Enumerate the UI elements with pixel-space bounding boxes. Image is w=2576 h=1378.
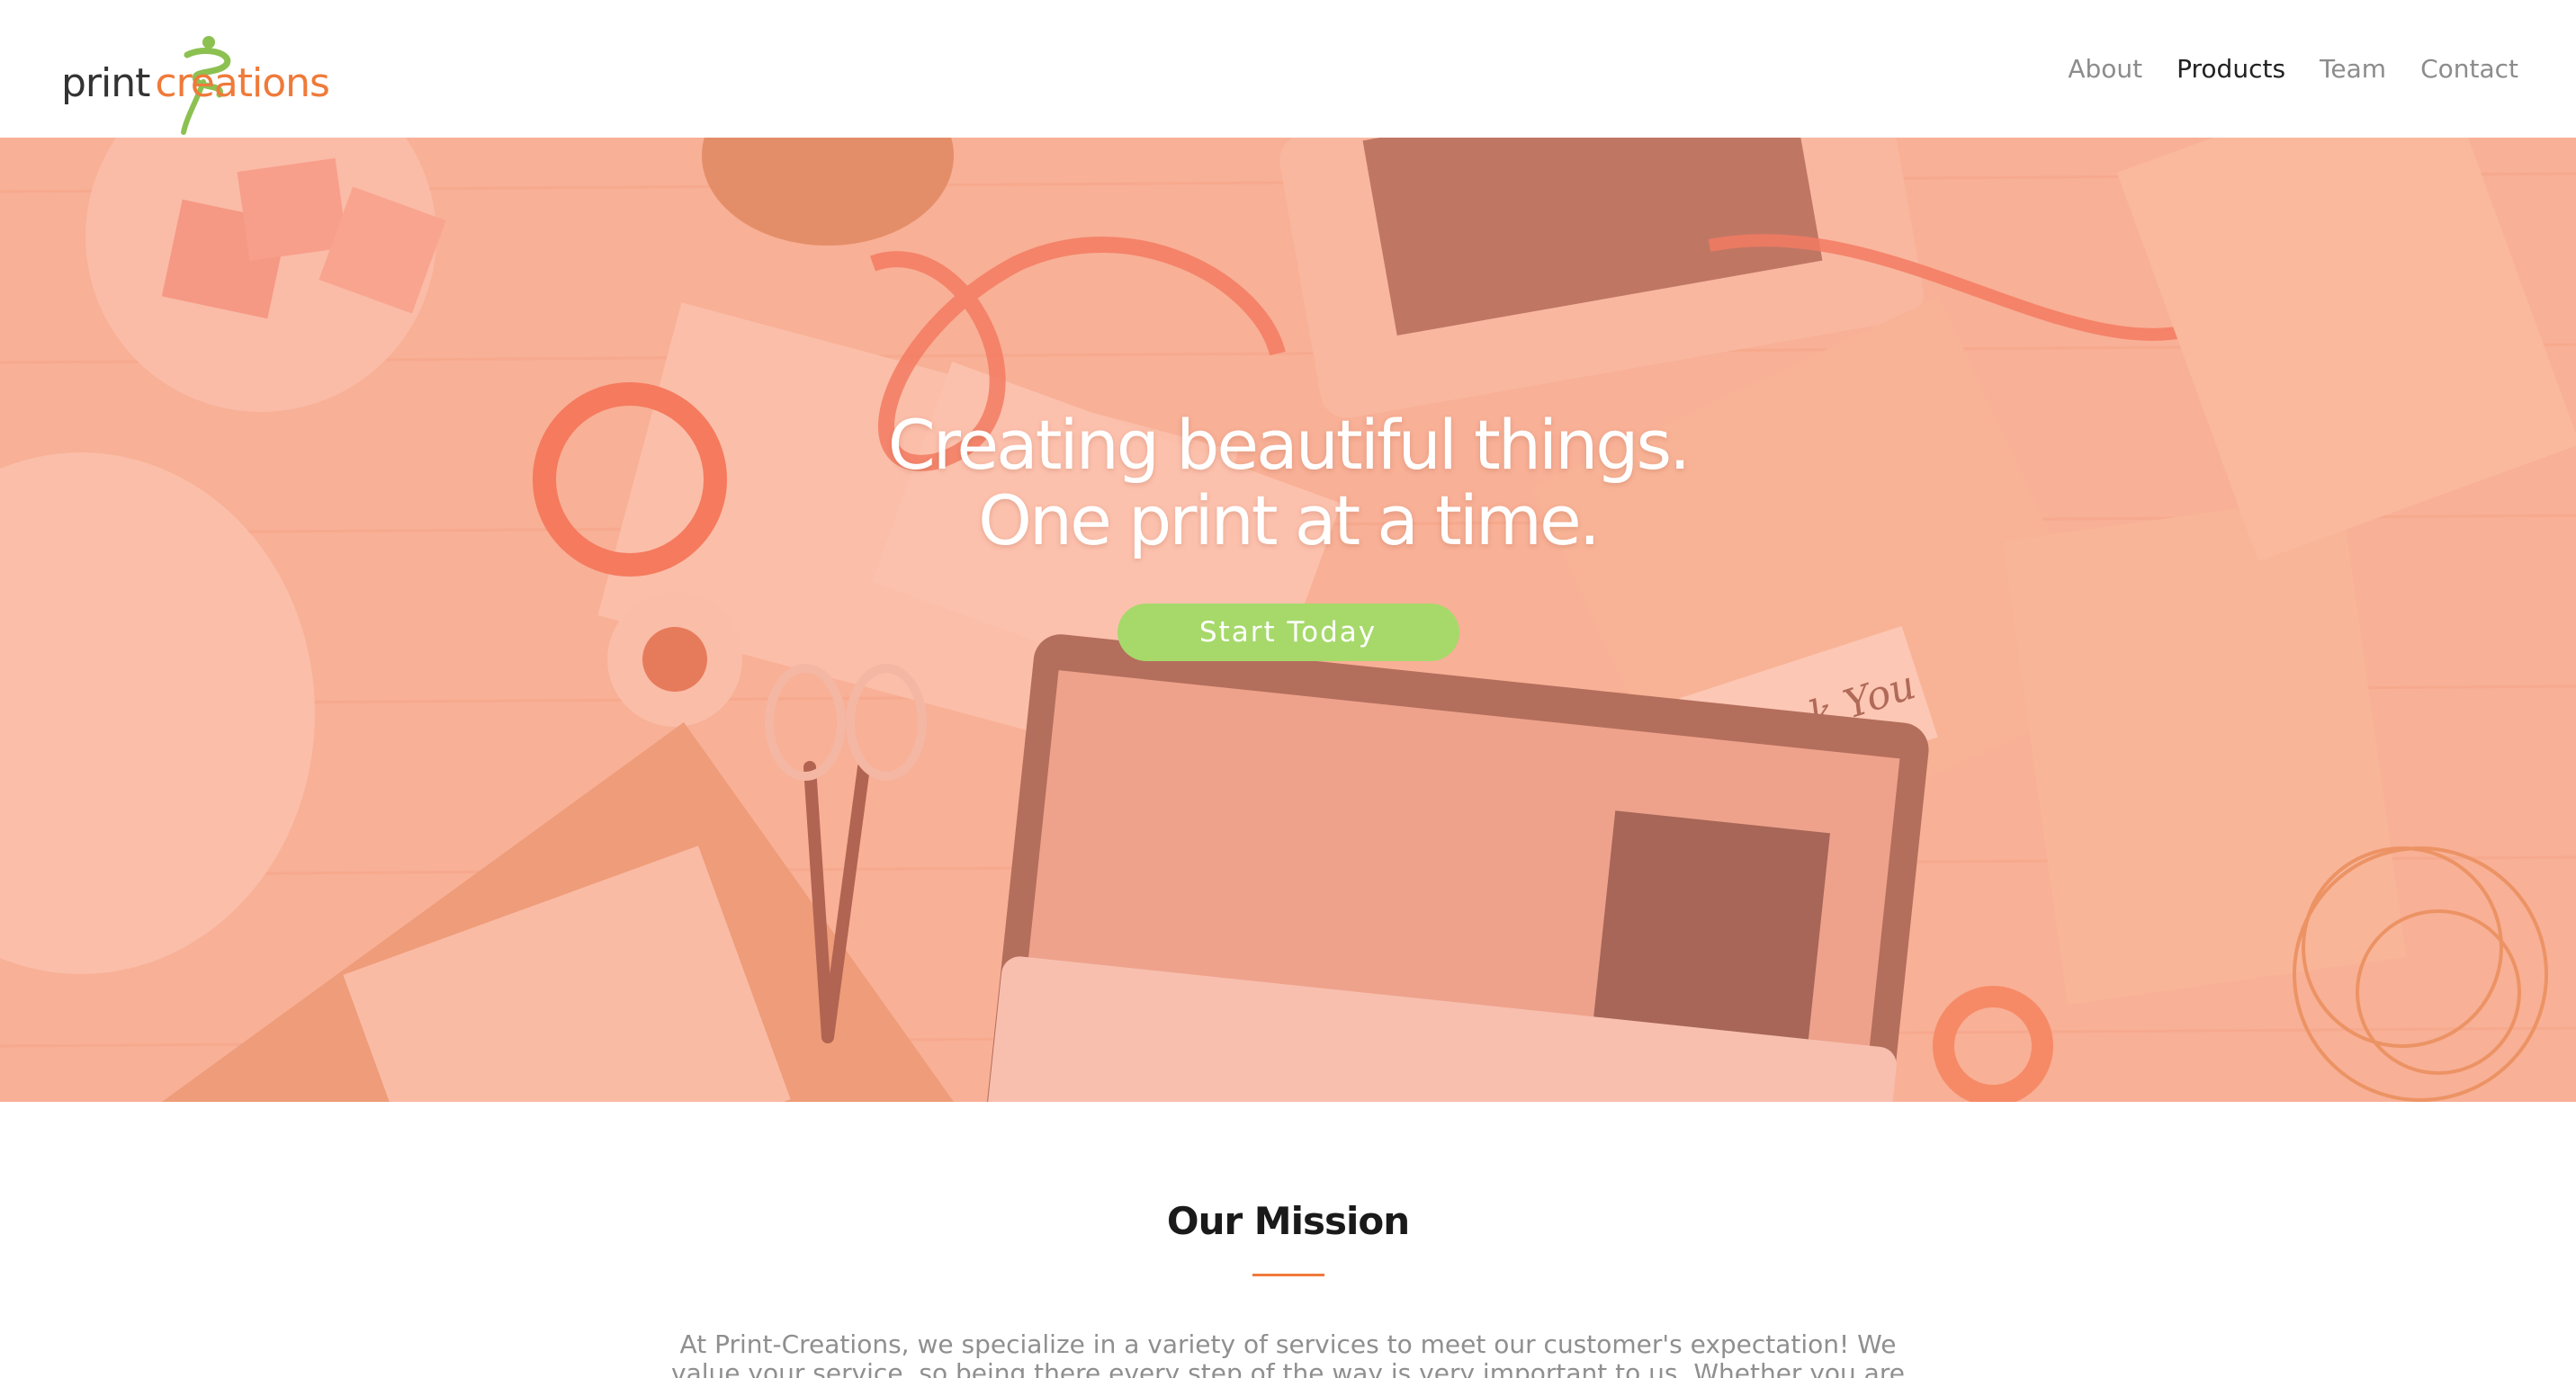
mission-section: Our Mission At Print-Creations, we speci…	[0, 1102, 2576, 1378]
nav-link-products[interactable]: Products	[2177, 54, 2285, 84]
hero-section: Thank You Creating beautiful things. One…	[0, 138, 2576, 1102]
hero-title: Creating beautiful things. One print at …	[0, 407, 2576, 559]
hero-content: Creating beautiful things. One print at …	[0, 407, 2576, 661]
nav-link-team[interactable]: Team	[2320, 54, 2386, 84]
logo-text-creations: creations	[155, 59, 330, 106]
mission-title: Our Mission	[1166, 1199, 1410, 1243]
mission-text: At Print-Creations, we specialize in a v…	[671, 1329, 1905, 1378]
hero-title-line2: One print at a time.	[978, 480, 1601, 560]
nav-link-contact[interactable]: Contact	[2420, 54, 2518, 84]
start-today-button[interactable]: Start Today	[1117, 604, 1459, 661]
logo-wordmark: print creations	[61, 63, 330, 123]
site-header: print creations About Products Team Conta…	[0, 0, 2576, 138]
logo-text-print: print	[61, 59, 150, 106]
mission-divider	[1252, 1274, 1324, 1276]
main-nav: About Products Team Contact	[2068, 54, 2518, 84]
nav-link-about[interactable]: About	[2068, 54, 2142, 84]
hero-title-line1: Creating beautiful things.	[887, 405, 1692, 485]
logo[interactable]: print creations	[61, 15, 331, 135]
